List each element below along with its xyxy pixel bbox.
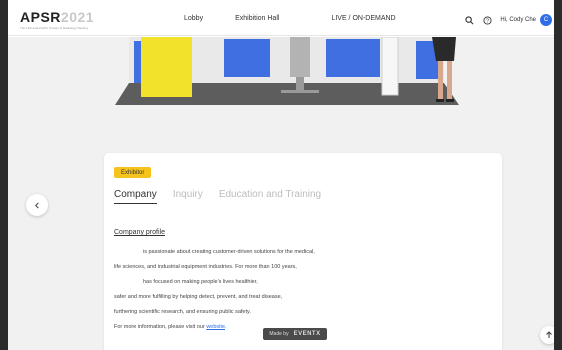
nav-right-tools: ? Hi, Cody Che C	[462, 13, 552, 27]
logo-year-text: 2021	[60, 9, 95, 25]
made-by-eventx-badge[interactable]: Made by EVENTX	[263, 328, 327, 340]
previous-booth-button[interactable]	[26, 194, 48, 216]
apsr-logo[interactable]: APSR2021 The 13th Asia-Pacific Society o…	[20, 9, 94, 30]
top-navbar: APSR2021 The 13th Asia-Pacific Society o…	[8, 6, 554, 36]
more-info-text: For more information, please visit our	[114, 324, 207, 330]
search-icon[interactable]	[462, 13, 476, 27]
user-greeting[interactable]: Hi, Cody Che	[500, 17, 536, 23]
exhibitor-tabs: Company Inquiry Education and Training	[114, 189, 321, 204]
screen-display-icon	[290, 37, 310, 77]
exhibitor-card: Exhibitor Company Inquiry Education and …	[104, 153, 502, 350]
scroll-to-top-button[interactable]	[540, 326, 558, 344]
main-nav: Lobby Exhibition Hall LIVE / ON-DEMAND	[184, 15, 396, 22]
svg-text:?: ?	[486, 18, 489, 24]
booth-backdrop-icon	[115, 37, 459, 105]
website-link[interactable]: website	[206, 324, 225, 330]
main-content: Exhibitor Company Inquiry Education and …	[8, 37, 554, 350]
logo-text: APSR2021	[20, 9, 94, 25]
description-line: is passionate about creating customer-dr…	[143, 249, 315, 255]
info-kiosk-icon	[381, 37, 399, 96]
logo-tagline: The 13th Asia-Pacific Society of Radiolo…	[20, 26, 88, 30]
tab-education-and-training[interactable]: Education and Training	[219, 189, 321, 204]
logo-main-text: APSR	[20, 9, 61, 25]
tab-company[interactable]: Company	[114, 189, 157, 204]
made-by-label: Made by	[269, 331, 289, 337]
yellow-panel-icon	[141, 37, 192, 97]
arrow-up-icon	[546, 331, 552, 338]
nav-exhibition-hall[interactable]: Exhibition Hall	[235, 15, 279, 22]
avatar[interactable]: C	[540, 14, 552, 26]
eventx-brand: EVENTX	[293, 331, 321, 337]
company-profile-title: Company profile	[114, 229, 165, 236]
description-line: life sciences, and industrial equipment …	[114, 264, 297, 270]
nav-live-on-demand[interactable]: LIVE / ON-DEMAND	[331, 15, 395, 22]
tab-inquiry[interactable]: Inquiry	[173, 189, 203, 204]
exhibitor-booth[interactable]	[8, 37, 554, 109]
nav-lobby[interactable]: Lobby	[184, 15, 203, 22]
chevron-left-icon	[34, 202, 39, 208]
more-info-suffix: .	[224, 324, 227, 330]
company-description: is passionate about creating customer-dr…	[114, 245, 315, 335]
description-line: furthering scientific research, and ensu…	[114, 309, 251, 315]
description-line: safer and more fulfilling by helping det…	[114, 294, 283, 300]
description-line: has focused on making people's lives hea…	[143, 279, 258, 285]
help-icon[interactable]: ?	[480, 13, 494, 27]
exhibitor-badge: Exhibitor	[114, 167, 152, 178]
